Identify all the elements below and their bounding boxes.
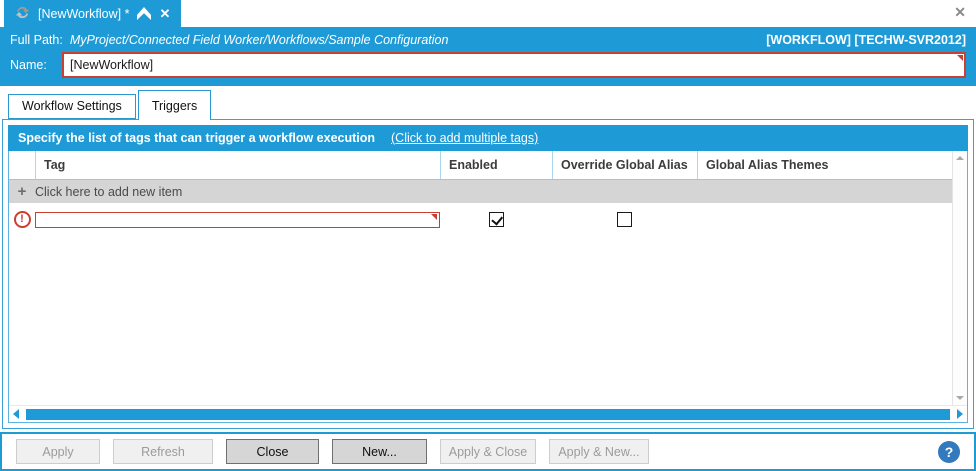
document-tab-close-icon[interactable]: ✕	[159, 7, 170, 20]
instruction-bar: Specify the list of tags that can trigge…	[8, 125, 968, 151]
sync-refresh-icon	[15, 5, 30, 23]
override-global-alias-checkbox[interactable]	[617, 212, 632, 227]
horizontal-scrollbar[interactable]	[9, 405, 967, 422]
float-up-icon[interactable]	[137, 7, 151, 21]
vertical-scrollbar[interactable]	[952, 151, 967, 405]
column-header-global-alias-themes[interactable]: Global Alias Themes	[697, 151, 952, 179]
full-path-value: MyProject/Connected Field Worker/Workflo…	[70, 33, 449, 47]
scroll-down-icon[interactable]	[956, 396, 964, 400]
window-close-icon[interactable]: ✕	[954, 5, 966, 19]
instruction-text: Specify the list of tags that can trigge…	[18, 131, 375, 145]
add-new-item-label: Click here to add new item	[35, 185, 182, 199]
tag-input[interactable]	[35, 212, 440, 228]
close-button[interactable]: Close	[226, 439, 319, 464]
add-multiple-tags-link[interactable]: (Click to add multiple tags)	[391, 131, 538, 145]
tag-cell	[35, 211, 440, 229]
tab-triggers[interactable]: Triggers	[138, 90, 211, 120]
tab-workflow-settings[interactable]: Workflow Settings	[8, 94, 136, 119]
column-header-enabled[interactable]: Enabled	[440, 151, 552, 179]
full-path-label: Full Path:	[10, 33, 63, 47]
document-tab-newworkflow[interactable]: [NewWorkflow] * ✕	[4, 0, 181, 27]
column-header-indicator	[9, 151, 35, 179]
add-new-item-row[interactable]: + Click here to add new item	[9, 180, 952, 203]
validation-flag-icon	[431, 214, 437, 220]
new-button[interactable]: New...	[332, 439, 427, 464]
column-header-override-global-alias[interactable]: Override Global Alias	[552, 151, 697, 179]
scroll-left-icon[interactable]	[13, 409, 19, 419]
enabled-checkbox[interactable]	[489, 212, 504, 227]
document-tab-title: [NewWorkflow] *	[38, 7, 129, 21]
plus-icon: +	[9, 184, 35, 199]
table-row: !	[9, 203, 952, 236]
name-label: Name:	[10, 58, 62, 72]
apply-and-new-button[interactable]: Apply & New...	[549, 439, 649, 464]
path-header: Full Path: MyProject/Connected Field Wor…	[0, 27, 976, 86]
refresh-button[interactable]: Refresh	[113, 439, 213, 464]
validation-flag-icon	[957, 55, 963, 61]
row-error-indicator: !	[9, 211, 35, 228]
triggers-panel: Specify the list of tags that can trigge…	[2, 119, 974, 429]
triggers-grid: Tag Enabled Override Global Alias Global…	[8, 151, 968, 423]
scroll-up-icon[interactable]	[956, 156, 964, 160]
apply-button[interactable]: Apply	[16, 439, 100, 464]
name-field-wrap	[62, 52, 966, 78]
grid-header-row: Tag Enabled Override Global Alias Global…	[9, 151, 952, 180]
footer-button-bar: Apply Refresh Close New... Apply & Close…	[0, 432, 976, 471]
help-icon[interactable]: ?	[938, 441, 960, 463]
context-badge: [WORKFLOW] [TECHW-SVR2012]	[766, 33, 966, 47]
override-global-alias-cell	[552, 212, 697, 227]
document-tab-bar: [NewWorkflow] * ✕ ✕	[0, 0, 976, 27]
scroll-right-icon[interactable]	[957, 409, 963, 419]
enabled-cell	[440, 212, 552, 227]
tab-strip: Workflow Settings Triggers	[0, 86, 976, 119]
horizontal-scroll-thumb[interactable]	[26, 409, 950, 420]
error-icon: !	[14, 211, 31, 228]
column-header-tag[interactable]: Tag	[35, 151, 440, 179]
grid-empty-area	[9, 236, 952, 405]
name-input[interactable]	[62, 52, 966, 78]
apply-and-close-button[interactable]: Apply & Close	[440, 439, 536, 464]
workflow-editor-window: [NewWorkflow] * ✕ ✕ Full Path: MyProject…	[0, 0, 976, 471]
